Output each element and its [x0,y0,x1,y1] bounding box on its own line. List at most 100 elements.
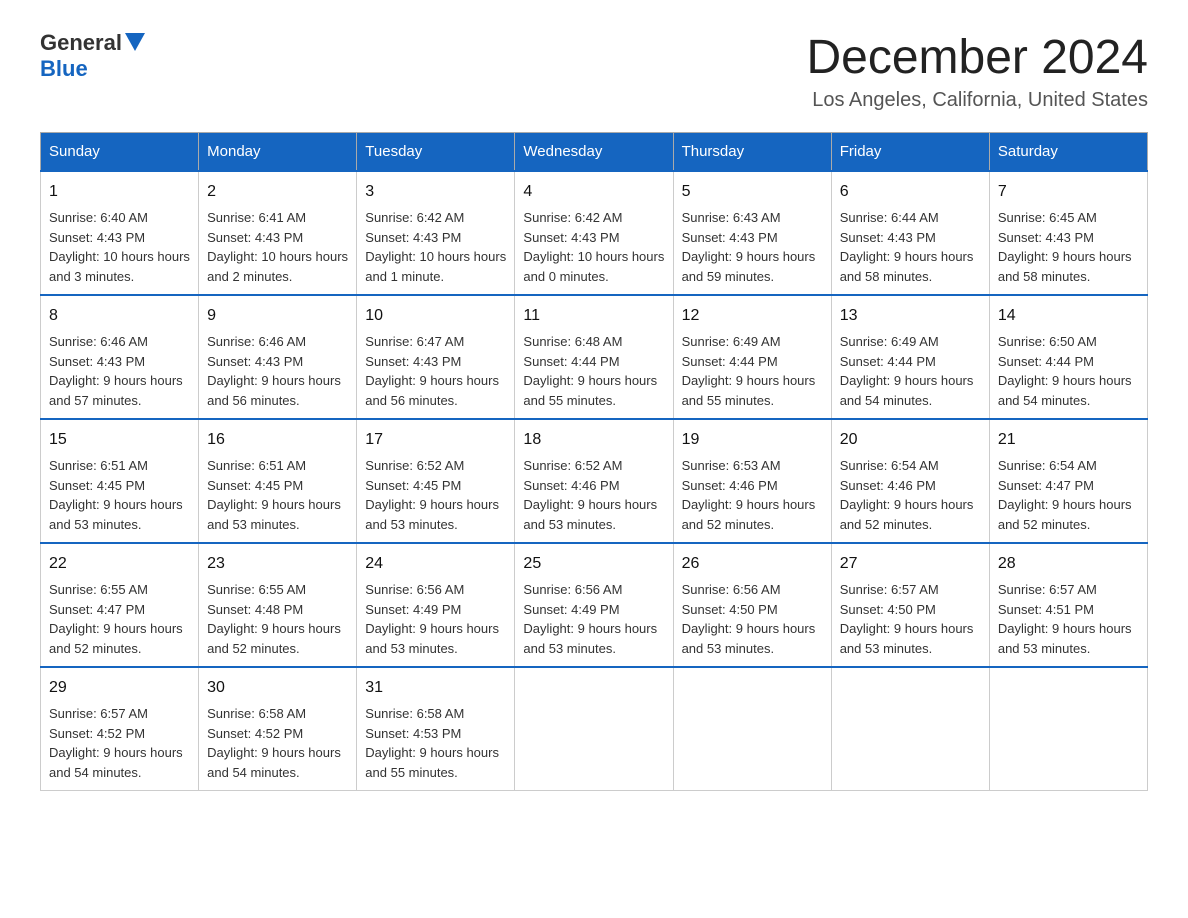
day-daylight: Daylight: 9 hours hours [207,371,348,391]
day-sunrise: Sunrise: 6:42 AM [523,208,664,228]
day-daylight: Daylight: 9 hours hours [207,495,348,515]
day-sunset: Sunset: 4:43 PM [207,352,348,372]
day-sunset: Sunset: 4:45 PM [207,476,348,496]
day-sunset: Sunset: 4:46 PM [523,476,664,496]
day-sunset: Sunset: 4:50 PM [840,600,981,620]
day-daylight: Daylight: 9 hours hours [840,619,981,639]
day-sunrise: Sunrise: 6:58 AM [365,704,506,724]
col-thursday: Thursday [673,133,831,172]
day-sunrise: Sunrise: 6:56 AM [682,580,823,600]
day-sunset: Sunset: 4:44 PM [682,352,823,372]
day-daylight: Daylight: 9 hours hours [682,247,823,267]
logo: General Blue [40,30,145,82]
table-row: 20 Sunrise: 6:54 AM Sunset: 4:46 PM Dayl… [831,419,989,543]
day-number: 26 [682,552,823,576]
day-daylight2: and 58 minutes. [840,267,981,287]
day-sunrise: Sunrise: 6:57 AM [49,704,190,724]
table-row: 6 Sunrise: 6:44 AM Sunset: 4:43 PM Dayli… [831,171,989,295]
day-daylight2: and 57 minutes. [49,391,190,411]
day-daylight2: and 1 minute. [365,267,506,287]
day-number: 14 [998,304,1139,328]
day-number: 24 [365,552,506,576]
day-daylight2: and 2 minutes. [207,267,348,287]
day-daylight2: and 52 minutes. [682,515,823,535]
table-row: 24 Sunrise: 6:56 AM Sunset: 4:49 PM Dayl… [357,543,515,667]
day-number: 23 [207,552,348,576]
table-row: 14 Sunrise: 6:50 AM Sunset: 4:44 PM Dayl… [989,295,1147,419]
day-sunrise: Sunrise: 6:57 AM [998,580,1139,600]
calendar-week-row: 22 Sunrise: 6:55 AM Sunset: 4:47 PM Dayl… [41,543,1148,667]
day-number: 20 [840,428,981,452]
calendar-header-row: Sunday Monday Tuesday Wednesday Thursday… [41,133,1148,172]
day-daylight2: and 54 minutes. [49,763,190,783]
day-sunrise: Sunrise: 6:58 AM [207,704,348,724]
day-sunrise: Sunrise: 6:52 AM [365,456,506,476]
day-sunset: Sunset: 4:43 PM [840,228,981,248]
day-daylight2: and 56 minutes. [207,391,348,411]
day-sunrise: Sunrise: 6:54 AM [998,456,1139,476]
table-row: 7 Sunrise: 6:45 AM Sunset: 4:43 PM Dayli… [989,171,1147,295]
day-daylight2: and 3 minutes. [49,267,190,287]
day-number: 8 [49,304,190,328]
day-sunset: Sunset: 4:53 PM [365,724,506,744]
day-number: 16 [207,428,348,452]
day-sunrise: Sunrise: 6:56 AM [365,580,506,600]
day-daylight: Daylight: 9 hours hours [365,495,506,515]
day-daylight2: and 56 minutes. [365,391,506,411]
table-row: 11 Sunrise: 6:48 AM Sunset: 4:44 PM Dayl… [515,295,673,419]
day-daylight2: and 53 minutes. [49,515,190,535]
day-daylight: Daylight: 9 hours hours [523,619,664,639]
table-row: 25 Sunrise: 6:56 AM Sunset: 4:49 PM Dayl… [515,543,673,667]
day-sunset: Sunset: 4:43 PM [365,352,506,372]
day-number: 4 [523,180,664,204]
table-row: 21 Sunrise: 6:54 AM Sunset: 4:47 PM Dayl… [989,419,1147,543]
day-sunset: Sunset: 4:43 PM [365,228,506,248]
day-sunrise: Sunrise: 6:55 AM [207,580,348,600]
day-daylight: Daylight: 9 hours hours [365,371,506,391]
day-daylight: Daylight: 9 hours hours [49,371,190,391]
page-header: General Blue December 2024 Los Angeles, … [40,30,1148,112]
day-daylight2: and 53 minutes. [365,515,506,535]
calendar-week-row: 15 Sunrise: 6:51 AM Sunset: 4:45 PM Dayl… [41,419,1148,543]
table-row: 12 Sunrise: 6:49 AM Sunset: 4:44 PM Dayl… [673,295,831,419]
day-sunset: Sunset: 4:48 PM [207,600,348,620]
day-number: 18 [523,428,664,452]
day-sunset: Sunset: 4:51 PM [998,600,1139,620]
day-sunrise: Sunrise: 6:57 AM [840,580,981,600]
table-row: 31 Sunrise: 6:58 AM Sunset: 4:53 PM Dayl… [357,667,515,791]
table-row: 13 Sunrise: 6:49 AM Sunset: 4:44 PM Dayl… [831,295,989,419]
day-daylight: Daylight: 9 hours hours [523,371,664,391]
day-sunrise: Sunrise: 6:43 AM [682,208,823,228]
day-daylight2: and 0 minutes. [523,267,664,287]
day-sunrise: Sunrise: 6:46 AM [207,332,348,352]
day-daylight2: and 52 minutes. [840,515,981,535]
logo-general-text: General [40,30,122,56]
day-sunset: Sunset: 4:43 PM [49,352,190,372]
day-daylight: Daylight: 9 hours hours [682,371,823,391]
day-daylight2: and 53 minutes. [365,639,506,659]
day-daylight2: and 55 minutes. [682,391,823,411]
day-daylight: Daylight: 9 hours hours [49,619,190,639]
day-number: 2 [207,180,348,204]
day-number: 7 [998,180,1139,204]
title-section: December 2024 Los Angeles, California, U… [806,30,1148,112]
day-daylight: Daylight: 9 hours hours [365,619,506,639]
day-daylight2: and 52 minutes. [998,515,1139,535]
day-sunrise: Sunrise: 6:41 AM [207,208,348,228]
calendar-week-row: 29 Sunrise: 6:57 AM Sunset: 4:52 PM Dayl… [41,667,1148,791]
day-sunset: Sunset: 4:52 PM [207,724,348,744]
day-daylight: Daylight: 9 hours hours [840,247,981,267]
calendar-title: December 2024 [806,30,1148,85]
table-row: 19 Sunrise: 6:53 AM Sunset: 4:46 PM Dayl… [673,419,831,543]
day-daylight2: and 53 minutes. [840,639,981,659]
table-row: 15 Sunrise: 6:51 AM Sunset: 4:45 PM Dayl… [41,419,199,543]
day-number: 22 [49,552,190,576]
day-daylight: Daylight: 10 hours hours [365,247,506,267]
day-number: 30 [207,676,348,700]
day-daylight: Daylight: 9 hours hours [365,743,506,763]
col-tuesday: Tuesday [357,133,515,172]
calendar-week-row: 1 Sunrise: 6:40 AM Sunset: 4:43 PM Dayli… [41,171,1148,295]
day-daylight: Daylight: 9 hours hours [523,495,664,515]
table-row: 4 Sunrise: 6:42 AM Sunset: 4:43 PM Dayli… [515,171,673,295]
calendar-table: Sunday Monday Tuesday Wednesday Thursday… [40,132,1148,791]
